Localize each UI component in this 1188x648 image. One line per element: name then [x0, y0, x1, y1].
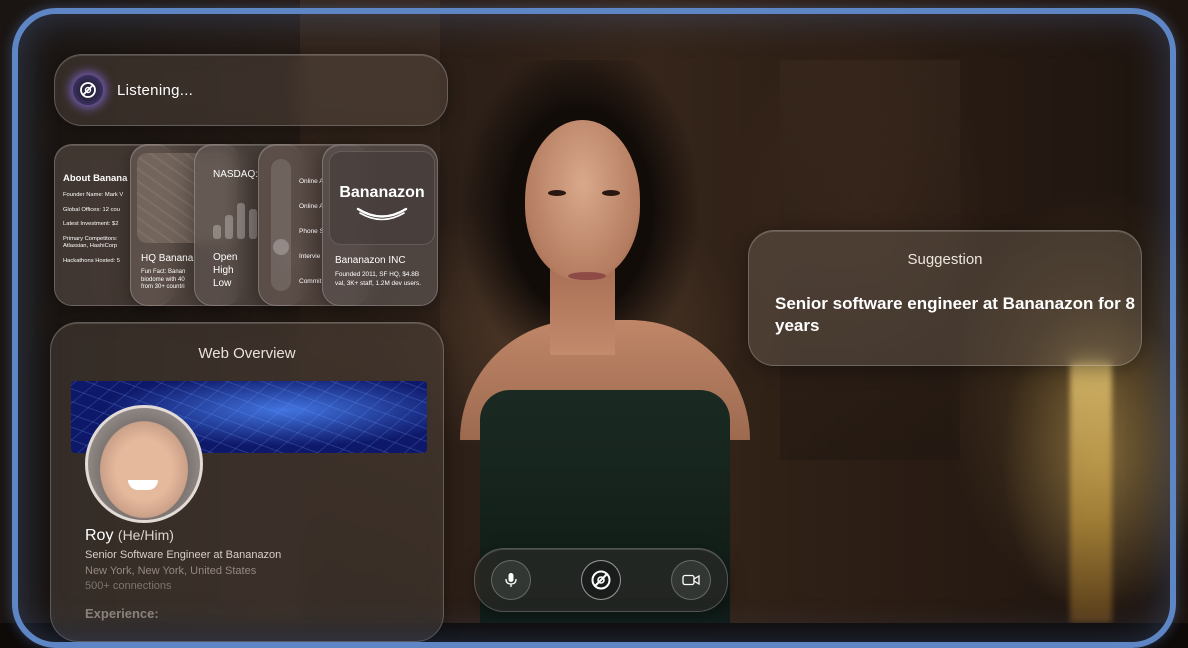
- person-mouth: [568, 272, 606, 280]
- person-face: [525, 120, 640, 280]
- stock-labels: Open High Low: [213, 251, 237, 290]
- company-desc-line: Founded 2011, SF HQ, $4.8B: [335, 271, 420, 278]
- stock-label-open: Open: [213, 252, 238, 263]
- company-desc: Founded 2011, SF HQ, $4.8B val, 3K+ staf…: [335, 271, 421, 288]
- company-card[interactable]: Bananazon Bananazon INC Founded 2011, SF…: [322, 144, 438, 306]
- profile-pronouns: (He/Him): [117, 527, 174, 543]
- web-overview-title: Web Overview: [198, 345, 296, 362]
- interview-row: Commit: [299, 278, 322, 285]
- stock-bar: [213, 225, 221, 239]
- stock-bar-chart: [213, 197, 257, 239]
- hq-fact-line: Fun Fact: Banan: [141, 269, 186, 275]
- suggestion-heading: Suggestion: [907, 251, 983, 268]
- stock-label-low: Low: [213, 278, 232, 289]
- stock-ticker: NASDAQ:: [213, 169, 259, 180]
- hq-fact: Fun Fact: Banan biodome with 40 from 30+…: [141, 269, 185, 292]
- profile-name: Roy: [85, 527, 114, 544]
- video-camera-button[interactable]: [671, 560, 711, 600]
- floor-lamp: [1070, 360, 1112, 623]
- stock-bar: [237, 203, 245, 239]
- assistant-button[interactable]: [581, 560, 621, 600]
- company-desc-line: val, 3K+ staff, 1.2M dev users.: [335, 279, 422, 287]
- profile-connections[interactable]: 500+ connections: [85, 580, 172, 592]
- control-bar: [474, 548, 728, 612]
- interview-row: Online A: [299, 178, 324, 185]
- stock-bar: [249, 209, 257, 239]
- interview-row: Phone S: [299, 228, 324, 235]
- profile-name-line: Roy (He/Him): [85, 527, 174, 545]
- person-eye-right: [602, 190, 620, 196]
- company-name: Bananazon INC: [335, 255, 406, 266]
- hq-fact-line: from 30+ countri: [141, 284, 185, 290]
- progress-track[interactable]: [271, 159, 291, 291]
- interview-rows: Online A Online A Phone S Intervie Commi…: [299, 169, 324, 294]
- person-eye-left: [548, 190, 566, 196]
- hq-fact-line: biodome with 40: [141, 276, 185, 283]
- profile-role: Senior Software Engineer at Bananazon: [85, 549, 282, 561]
- smile-arrow-icon: [356, 207, 408, 221]
- microphone-icon: [505, 573, 517, 587]
- interview-row: Intervie: [299, 253, 321, 260]
- stock-bar: [225, 215, 233, 239]
- interview-row: Online A: [299, 203, 324, 210]
- listening-status: Listening...: [117, 81, 194, 99]
- video-camera-icon: [682, 574, 700, 586]
- assistant-orb-icon[interactable]: [73, 75, 103, 105]
- company-logo-text: Bananazon: [339, 184, 425, 201]
- suggestion-panel[interactable]: Suggestion Senior software engineer at B…: [748, 230, 1142, 366]
- progress-knob[interactable]: [273, 239, 289, 255]
- profile-location: New York, New York, United States: [85, 565, 257, 577]
- avatar-smile: [128, 480, 158, 490]
- profile-experience-heading: Experience:: [85, 606, 159, 621]
- stock-label-high: High: [213, 265, 234, 276]
- web-overview-panel[interactable]: Web Overview Roy (He/Him) Senior Softwar…: [50, 322, 444, 642]
- info-card-stack: About Banana Founder Name: Mark V Global…: [54, 144, 438, 306]
- person-in-video: [430, 50, 790, 623]
- listening-bar[interactable]: Listening...: [54, 54, 448, 126]
- suggestion-text: Senior software engineer at Bananazon fo…: [775, 294, 1135, 335]
- company-logo: Bananazon: [329, 151, 435, 245]
- assistant-logo-icon: [591, 570, 611, 590]
- microphone-button[interactable]: [491, 560, 531, 600]
- profile-avatar[interactable]: [85, 405, 203, 523]
- hq-title: HQ Banana: [141, 253, 194, 264]
